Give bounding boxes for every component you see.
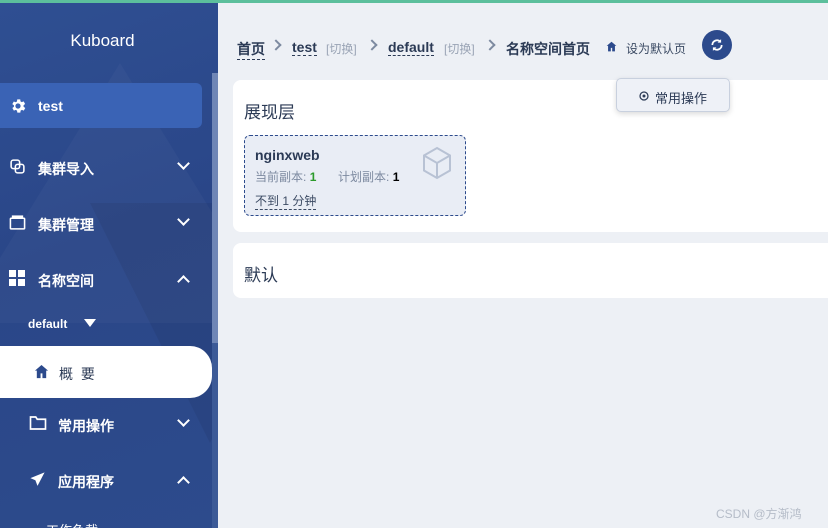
current-replicas-value: 1 bbox=[309, 170, 317, 184]
common-ops-tooltip[interactable]: 常用操作 bbox=[616, 78, 730, 112]
grid-icon bbox=[9, 270, 25, 286]
sidebar-item-common-ops[interactable]: 常用操作 bbox=[0, 400, 212, 445]
current-replicas: 当前副本: 1 bbox=[255, 168, 316, 185]
window-icon bbox=[9, 215, 26, 230]
default-panel: 默认 bbox=[233, 243, 828, 298]
chevron-up-icon bbox=[177, 275, 190, 288]
tooltip-label: 常用操作 bbox=[655, 91, 708, 106]
planned-replicas-value: 1 bbox=[392, 170, 400, 184]
sidebar: Kuboard test 集群导入 集群管理 名称空间 default 概 要 … bbox=[0, 3, 218, 528]
sidebar-scrollbar-thumb[interactable] bbox=[212, 73, 218, 343]
breadcrumb-cluster-switch[interactable]: [切换] bbox=[326, 40, 357, 57]
sidebar-item-label: 工作负载 bbox=[46, 520, 98, 528]
sidebar-item-cluster-import[interactable]: 集群导入 bbox=[0, 143, 212, 188]
app-logo[interactable]: Kuboard bbox=[0, 31, 205, 51]
home-icon bbox=[606, 41, 617, 52]
cube-icon bbox=[423, 146, 451, 180]
breadcrumb: 首页 test [切换] default [切换] 名称空间首页 设为默认页 bbox=[218, 3, 828, 79]
sidebar-item-overview[interactable]: 概 要 bbox=[0, 346, 212, 398]
breadcrumb-namespace[interactable]: default bbox=[388, 39, 434, 56]
gear-icon bbox=[12, 99, 26, 113]
panel-title: 展现层 bbox=[244, 103, 295, 122]
breadcrumb-home[interactable]: 首页 bbox=[237, 39, 265, 60]
chevron-right-icon bbox=[484, 39, 496, 51]
chevron-down-icon bbox=[177, 414, 190, 427]
panel-title: 默认 bbox=[244, 266, 278, 285]
sidebar-item-cluster-manage[interactable]: 集群管理 bbox=[0, 199, 212, 244]
gear-icon bbox=[639, 91, 649, 101]
planned-replicas-label: 计划副本: bbox=[338, 170, 390, 184]
sidebar-item-label: 名称空间 bbox=[38, 273, 94, 289]
breadcrumb-current: 名称空间首页 bbox=[506, 41, 590, 57]
sidebar-item-applications[interactable]: 应用程序 bbox=[0, 456, 212, 501]
set-default-label: 设为默认页 bbox=[626, 42, 687, 56]
refresh-button[interactable] bbox=[702, 30, 732, 60]
refresh-icon bbox=[711, 39, 723, 51]
planned-replicas: 计划副本: 1 bbox=[338, 168, 399, 185]
chevron-right-icon bbox=[366, 39, 378, 51]
workload-card[interactable]: nginxweb 当前副本: 1 计划副本: 1 不到 1 分钟 bbox=[244, 135, 466, 216]
watermark: CSDN @方渐鸿 bbox=[716, 507, 802, 521]
sidebar-item-workloads[interactable]: 工作负载 bbox=[0, 516, 212, 528]
sidebar-item-label: 常用操作 bbox=[58, 418, 114, 434]
sidebar-item-label: 集群导入 bbox=[38, 161, 94, 177]
chevron-right-icon bbox=[270, 39, 282, 51]
breadcrumb-cluster[interactable]: test bbox=[292, 39, 317, 56]
chevron-down-icon bbox=[177, 157, 190, 170]
sidebar-item-label: 概 要 bbox=[59, 366, 97, 382]
sidebar-item-namespace[interactable]: 名称空间 bbox=[0, 255, 212, 300]
chevron-up-icon bbox=[177, 476, 190, 489]
link-icon bbox=[10, 159, 25, 174]
chevron-down-icon bbox=[177, 213, 190, 226]
namespace-selector[interactable]: default bbox=[28, 315, 108, 335]
top-accent-line bbox=[0, 0, 828, 3]
sidebar-item-label: test bbox=[38, 98, 63, 114]
caret-down-icon bbox=[84, 319, 96, 327]
breadcrumb-namespace-switch[interactable]: [切换] bbox=[444, 40, 475, 57]
send-icon bbox=[30, 472, 45, 486]
folder-icon bbox=[29, 416, 47, 430]
workload-age: 不到 1 分钟 bbox=[255, 194, 317, 210]
sidebar-item-label: 应用程序 bbox=[58, 474, 114, 490]
sidebar-item-cluster[interactable]: test bbox=[0, 83, 202, 128]
workload-name[interactable]: nginxweb bbox=[255, 147, 320, 163]
home-icon bbox=[34, 364, 49, 379]
sidebar-item-label: 集群管理 bbox=[38, 217, 94, 233]
current-replicas-label: 当前副本: bbox=[255, 170, 307, 184]
namespace-selected-label: default bbox=[28, 317, 68, 331]
